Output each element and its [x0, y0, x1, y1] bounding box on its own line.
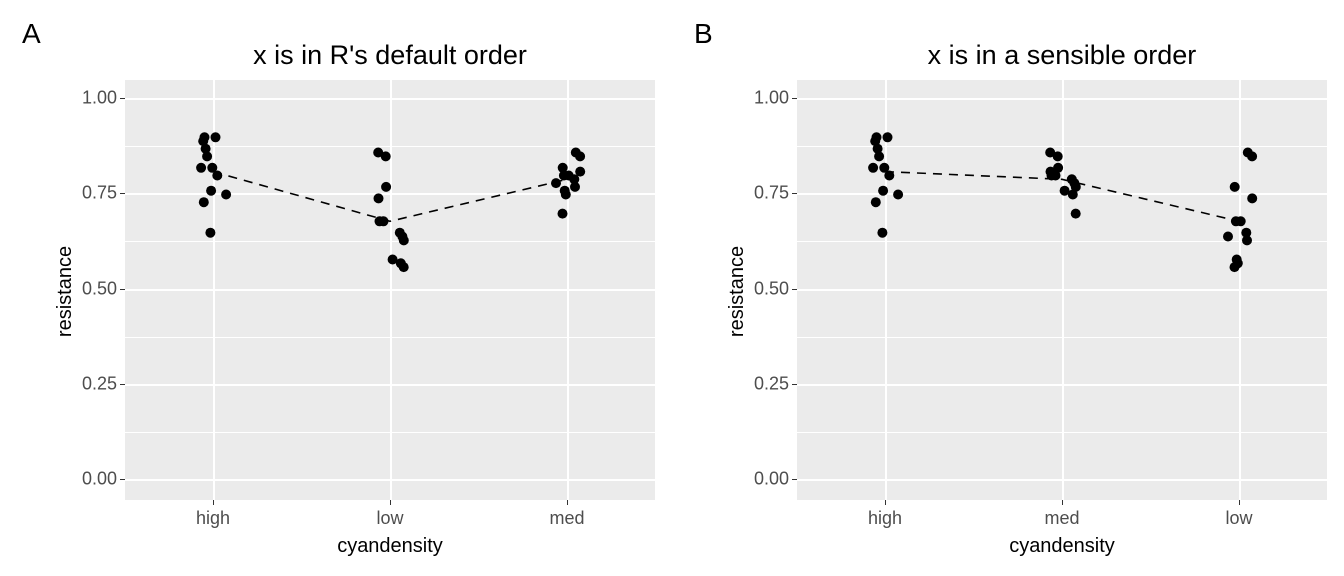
- data-point: [558, 163, 568, 173]
- subplot-a: x is in R's default order 0.00 0.25 0.50…: [125, 80, 655, 500]
- subplot-a-title: x is in R's default order: [125, 40, 655, 71]
- data-point: [1053, 163, 1063, 173]
- data-point: [1232, 255, 1242, 265]
- x-tick-label: high: [196, 508, 230, 529]
- data-point: [871, 197, 881, 207]
- plot-svg-a: [125, 80, 655, 500]
- panel-label-a: A: [22, 18, 41, 50]
- data-point: [558, 209, 568, 219]
- y-tick-label: 0.25: [69, 374, 117, 395]
- y-axis-label: resistance: [54, 246, 77, 337]
- y-tick-label: 1.00: [69, 88, 117, 109]
- data-point: [1243, 148, 1253, 158]
- data-point: [205, 228, 215, 238]
- panel-label-b: B: [694, 18, 713, 50]
- y-tick-label: 0.00: [69, 469, 117, 490]
- data-point: [373, 148, 383, 158]
- subplot-b: x is in a sensible order 0.00 0.25 0.50 …: [797, 80, 1327, 500]
- x-tick-mark: [213, 500, 214, 505]
- data-point: [1230, 182, 1240, 192]
- y-tick-label: 0.75: [741, 183, 789, 204]
- data-point: [395, 228, 405, 238]
- x-tick-mark: [1062, 500, 1063, 505]
- data-point: [879, 163, 889, 173]
- data-point: [374, 193, 384, 203]
- plot-svg-b: [797, 80, 1327, 500]
- data-point: [551, 178, 561, 188]
- data-point: [575, 167, 585, 177]
- data-point: [207, 163, 217, 173]
- data-point: [868, 163, 878, 173]
- data-point: [560, 186, 570, 196]
- data-point: [877, 228, 887, 238]
- data-point: [381, 182, 391, 192]
- mean-line: [885, 172, 1239, 222]
- x-tick-label: med: [1044, 508, 1079, 529]
- x-tick-label: high: [868, 508, 902, 529]
- data-point: [211, 132, 221, 142]
- x-tick-label: low: [376, 508, 403, 529]
- data-point: [1045, 148, 1055, 158]
- data-point: [1236, 216, 1246, 226]
- subplot-b-title: x is in a sensible order: [797, 40, 1327, 71]
- data-point: [1223, 232, 1233, 242]
- data-point: [883, 132, 893, 142]
- data-point: [206, 186, 216, 196]
- data-point: [1067, 174, 1077, 184]
- data-point: [199, 197, 209, 207]
- y-tick-label: 0.00: [741, 469, 789, 490]
- figure: A B x is in R's default order 0.00: [0, 0, 1344, 576]
- data-point: [1071, 209, 1081, 219]
- data-point: [1241, 228, 1251, 238]
- data-point: [571, 148, 581, 158]
- y-tick-label: 0.75: [69, 183, 117, 204]
- x-tick-mark: [1239, 500, 1240, 505]
- data-point: [872, 132, 882, 142]
- y-tick-label: 0.25: [741, 374, 789, 395]
- data-point: [379, 216, 389, 226]
- data-point: [200, 132, 210, 142]
- x-tick-mark: [885, 500, 886, 505]
- data-point: [893, 190, 903, 200]
- mean-line: [213, 172, 567, 222]
- data-point: [1060, 186, 1070, 196]
- x-tick-label: med: [549, 508, 584, 529]
- x-tick-label: low: [1225, 508, 1252, 529]
- x-axis-label: cyandensity: [1009, 535, 1115, 558]
- data-point: [196, 163, 206, 173]
- data-point: [878, 186, 888, 196]
- x-axis-label: cyandensity: [337, 535, 443, 558]
- y-axis-label: resistance: [726, 246, 749, 337]
- data-point: [221, 190, 231, 200]
- data-point: [388, 255, 398, 265]
- x-tick-mark: [390, 500, 391, 505]
- data-point: [1247, 193, 1257, 203]
- x-tick-mark: [567, 500, 568, 505]
- y-tick-label: 1.00: [741, 88, 789, 109]
